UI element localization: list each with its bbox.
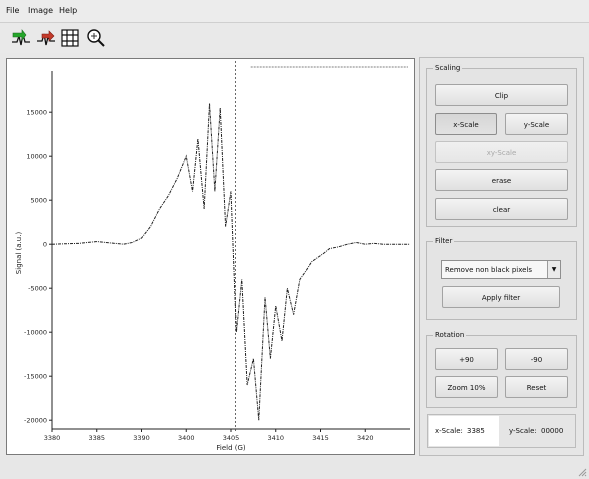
filter-title: Filter bbox=[433, 237, 455, 245]
x-tick-label: 3420 bbox=[357, 434, 374, 442]
y-tick-label: -10000 bbox=[24, 329, 47, 337]
x-tick-label: 3415 bbox=[312, 434, 329, 442]
menu-image[interactable]: Image bbox=[28, 6, 53, 15]
y-tick-label: 10000 bbox=[26, 153, 47, 161]
y-tick-label: 15000 bbox=[26, 109, 47, 117]
clip-button[interactable]: Clip bbox=[435, 84, 568, 106]
x-scale-button[interactable]: x-Scale bbox=[435, 113, 497, 135]
y-tick-label: -20000 bbox=[24, 417, 47, 425]
red-arrow-signal-icon[interactable] bbox=[35, 26, 57, 50]
rotation-title: Rotation bbox=[433, 331, 467, 339]
status-bar bbox=[0, 456, 589, 479]
x-scale-value: 3385 bbox=[467, 427, 485, 435]
y-scale-value: 00000 bbox=[541, 427, 564, 435]
x-tick-label: 3380 bbox=[44, 434, 61, 442]
y-tick-label: -5000 bbox=[28, 285, 47, 293]
x-tick-label: 3410 bbox=[267, 434, 284, 442]
chevron-down-icon[interactable]: ▼ bbox=[547, 261, 560, 278]
zoom-button[interactable]: Zoom 10% bbox=[435, 376, 498, 398]
scaling-title: Scaling bbox=[433, 64, 463, 72]
toolbar bbox=[0, 23, 589, 53]
scale-status: x-Scale: 3385 y-Scale: 00000 bbox=[427, 414, 576, 448]
menu-help[interactable]: Help bbox=[59, 6, 77, 15]
rotate-plus-90-button[interactable]: +90 bbox=[435, 348, 498, 370]
clear-button[interactable]: clear bbox=[435, 198, 568, 220]
menu-bar: File Image Help bbox=[0, 0, 589, 23]
x-tick-label: 3400 bbox=[178, 434, 195, 442]
xy-scale-button[interactable]: xy-Scale bbox=[435, 141, 568, 163]
green-arrow-signal-icon[interactable] bbox=[10, 26, 32, 50]
x-axis-label: Field (G) bbox=[216, 444, 246, 452]
x-tick-label: 3405 bbox=[223, 434, 240, 442]
x-tick-label: 3390 bbox=[133, 434, 150, 442]
y-scale-label: y-Scale: bbox=[509, 427, 537, 435]
y-scale-button[interactable]: y-Scale bbox=[505, 113, 568, 135]
rotate-minus-90-button[interactable]: -90 bbox=[505, 348, 568, 370]
apply-filter-button[interactable]: Apply filter bbox=[442, 286, 560, 308]
erase-button[interactable]: erase bbox=[435, 169, 568, 191]
y-axis-label: Signal (a.u.) bbox=[15, 232, 23, 275]
y-tick-label: 0 bbox=[43, 241, 47, 249]
spectrum-line bbox=[51, 103, 410, 421]
menu-file[interactable]: File bbox=[6, 6, 19, 15]
x-scale-label: x-Scale: bbox=[435, 427, 463, 435]
y-tick-label: -15000 bbox=[24, 373, 47, 381]
reset-button[interactable]: Reset bbox=[505, 376, 568, 398]
y-tick-label: 5000 bbox=[30, 197, 47, 205]
filter-select[interactable]: Remove non black pixels ▼ bbox=[441, 260, 561, 279]
x-tick-label: 3385 bbox=[88, 434, 105, 442]
plot-canvas[interactable]: 15000 10000 5000 0 -5000 -10000 -15000 -20000 33… bbox=[6, 58, 415, 455]
magnifier-settings-icon[interactable] bbox=[84, 26, 106, 50]
resize-grip-icon[interactable] bbox=[577, 467, 587, 477]
film-frames-icon[interactable] bbox=[59, 26, 81, 50]
filter-select-value: Remove non black pixels bbox=[445, 266, 533, 274]
